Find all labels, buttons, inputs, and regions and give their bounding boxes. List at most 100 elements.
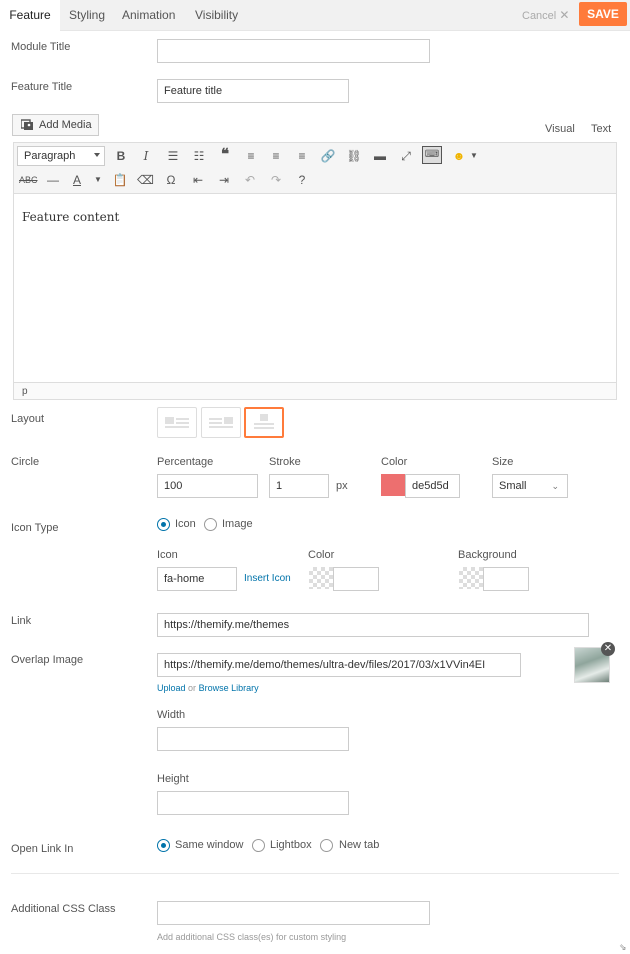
editor-content: Feature content (22, 210, 120, 224)
open-link-in-label: Open Link In (11, 843, 74, 855)
overlap-image-label: Overlap Image (11, 654, 84, 666)
undo-icon[interactable]: ↶ (242, 172, 258, 188)
align-center-icon[interactable]: ≡ (268, 148, 284, 164)
module-tab-bar: Feature Styling Animation Visibility Can… (0, 0, 630, 32)
tab-visibility[interactable]: Visibility (195, 0, 238, 31)
percentage-input[interactable]: 100 (157, 474, 258, 498)
browse-library-link[interactable]: Browse Library (199, 683, 259, 693)
icon-type-icon-radio[interactable] (157, 518, 170, 531)
add-media-button[interactable]: Add Media (12, 114, 99, 136)
close-icon: ✕ (559, 8, 570, 22)
overlap-image-input[interactable]: https://themify.me/demo/themes/ultra-dev… (157, 653, 521, 677)
text-color-dropdown-icon[interactable]: ▼ (90, 172, 106, 188)
icon-background-input[interactable] (483, 567, 529, 591)
new-tab-radio[interactable] (320, 839, 333, 852)
special-character-icon[interactable]: Ω (163, 172, 179, 188)
numbered-list-icon[interactable]: ☷ (191, 148, 207, 164)
align-left-icon[interactable]: ≡ (243, 148, 259, 164)
paste-text-icon[interactable]: 📋 (112, 172, 128, 188)
insert-icon-link[interactable]: Insert Icon (244, 573, 291, 584)
indent-icon[interactable]: ⇥ (216, 172, 232, 188)
icon-background-label: Background (458, 549, 517, 561)
icon-type-icon-label: Icon (175, 518, 196, 530)
help-icon[interactable]: ? (294, 172, 310, 188)
layout-right-icon (209, 417, 233, 428)
feature-title-input[interactable]: Feature title (157, 79, 349, 103)
layout-icon-left[interactable] (157, 407, 197, 438)
bullet-list-icon[interactable]: ☰ (165, 148, 181, 164)
blockquote-icon[interactable]: ❝ (217, 147, 233, 163)
horizontal-line-icon[interactable]: — (45, 172, 61, 188)
stroke-label: Stroke (269, 456, 301, 468)
icon-color-input[interactable] (333, 567, 379, 591)
redo-icon[interactable]: ↷ (268, 172, 284, 188)
format-select[interactable]: Paragraph (17, 146, 105, 166)
layout-icon-top[interactable] (244, 407, 284, 438)
clear-formatting-icon[interactable]: ⌫ (137, 172, 154, 188)
tab-feature[interactable]: Feature (0, 0, 60, 32)
link-label: Link (11, 615, 32, 627)
upload-row: Upload or Browse Library (157, 683, 259, 693)
width-label: Width (157, 709, 186, 721)
width-input[interactable] (157, 727, 349, 751)
css-class-hint: Add additional CSS class(es) for custom … (157, 932, 347, 942)
stroke-unit: px (336, 480, 348, 492)
chevron-down-icon (94, 153, 100, 157)
css-class-input[interactable] (157, 901, 430, 925)
element-path: p (22, 386, 28, 397)
icon-color-swatch[interactable] (309, 567, 333, 589)
module-title-input[interactable] (157, 39, 430, 63)
outdent-icon[interactable]: ⇤ (190, 172, 206, 188)
toolbar-toggle-icon[interactable]: ⌨ (422, 146, 442, 164)
emoji-icon[interactable]: ☻ (451, 148, 467, 164)
icon-type-image-label: Image (222, 518, 253, 530)
lightbox-label: Lightbox (270, 839, 312, 851)
remove-image-icon[interactable]: ✕ (601, 642, 615, 656)
strikethrough-icon[interactable]: ABC (19, 172, 38, 188)
layout-top-icon (254, 414, 274, 429)
bold-icon[interactable]: B (113, 148, 129, 164)
icon-background-swatch[interactable] (459, 567, 483, 589)
height-input[interactable] (157, 791, 349, 815)
align-right-icon[interactable]: ≡ (294, 148, 310, 164)
tab-styling[interactable]: Styling (69, 0, 105, 31)
visual-mode-tab[interactable]: Visual (545, 123, 575, 135)
text-mode-tab[interactable]: Text (591, 123, 611, 135)
content-editor[interactable]: Feature content (13, 193, 617, 383)
upload-or: or (188, 683, 197, 693)
tab-animation[interactable]: Animation (122, 0, 175, 31)
size-select[interactable]: Small ⌄ (492, 474, 568, 498)
italic-icon[interactable]: I (138, 148, 154, 164)
percentage-label: Percentage (157, 456, 214, 468)
unlink-icon[interactable]: ⛓ (346, 148, 362, 164)
css-class-label: Additional CSS Class (11, 903, 116, 915)
read-more-icon[interactable]: ▬ (372, 148, 388, 164)
same-window-radio[interactable] (157, 839, 170, 852)
height-label: Height (157, 773, 189, 785)
resize-handle-icon[interactable]: ⇘ (619, 942, 627, 953)
icon-input[interactable]: fa-home (157, 567, 237, 591)
circle-color-swatch[interactable] (381, 474, 405, 496)
layout-icon-right[interactable] (201, 407, 241, 438)
save-button[interactable]: SAVE (579, 2, 627, 26)
cancel-label: Cancel (522, 10, 557, 22)
upload-link[interactable]: Upload (157, 683, 186, 693)
circle-label: Circle (11, 456, 40, 468)
add-media-label: Add Media (39, 119, 92, 131)
link-icon[interactable]: 🔗 (320, 148, 336, 164)
same-window-label: Same window (175, 839, 244, 851)
emoji-dropdown-icon[interactable]: ▼ (466, 148, 482, 164)
icon-type-image-radio[interactable] (204, 518, 217, 531)
icon-label: Icon (157, 549, 178, 561)
fullscreen-icon[interactable]: ⤢ (398, 148, 414, 164)
lightbox-radio[interactable] (252, 839, 265, 852)
circle-color-input[interactable]: de5d5d (405, 474, 460, 498)
cancel-button[interactable]: Cancel ✕ (522, 8, 569, 22)
format-select-value: Paragraph (24, 150, 76, 162)
size-label: Size (492, 456, 514, 468)
layout-left-icon (165, 417, 189, 428)
text-color-icon[interactable]: A (69, 172, 85, 188)
link-input[interactable]: https://themify.me/themes (157, 613, 589, 637)
editor-status-bar: p (13, 383, 617, 400)
stroke-input[interactable]: 1 (269, 474, 329, 498)
